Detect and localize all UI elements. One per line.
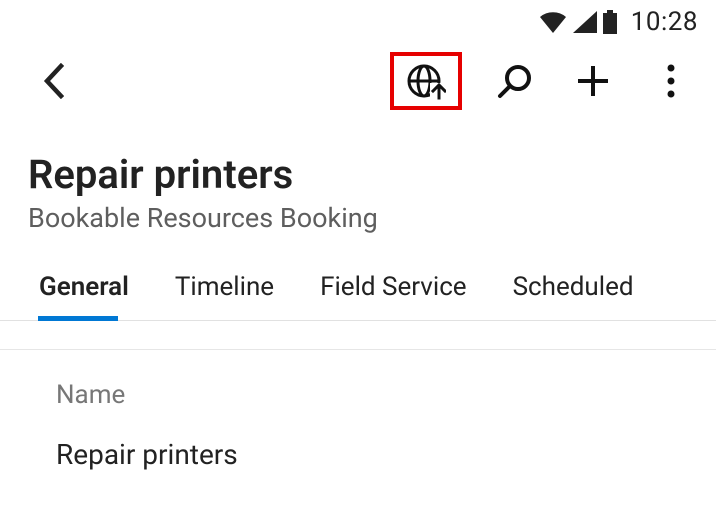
- field-name[interactable]: Name Repair printers: [56, 380, 688, 471]
- add-button[interactable]: [568, 56, 618, 106]
- cellular-icon: [573, 11, 597, 33]
- field-label: Name: [56, 380, 688, 410]
- back-button[interactable]: [28, 56, 78, 106]
- more-vertical-icon: [666, 64, 676, 98]
- action-bar: [0, 44, 716, 118]
- form-general: Name Repair printers: [0, 349, 716, 471]
- status-bar: 10:28: [0, 0, 716, 44]
- page-subtitle: Bookable Resources Booking: [28, 202, 688, 234]
- search-button[interactable]: [490, 56, 540, 106]
- field-value: Repair printers: [56, 438, 688, 471]
- globe-upload-button[interactable]: [401, 56, 451, 106]
- more-button[interactable]: [646, 56, 696, 106]
- tab-bar: General Timeline Field Service Scheduled: [0, 256, 716, 321]
- tab-field-service[interactable]: Field Service: [297, 256, 490, 320]
- globe-upload-icon: [406, 61, 446, 101]
- page-header: Repair printers Bookable Resources Booki…: [0, 118, 716, 252]
- page-title: Repair printers: [28, 152, 688, 198]
- add-icon: [575, 63, 611, 99]
- tab-scheduled[interactable]: Scheduled: [490, 256, 657, 320]
- battery-icon: [603, 10, 617, 34]
- tab-general[interactable]: General: [16, 256, 152, 320]
- wifi-icon: [539, 11, 567, 33]
- sync-highlight: [390, 52, 462, 110]
- search-icon: [496, 62, 534, 100]
- tab-timeline[interactable]: Timeline: [152, 256, 297, 320]
- clock-text: 10:28: [631, 7, 698, 37]
- back-icon: [42, 63, 64, 99]
